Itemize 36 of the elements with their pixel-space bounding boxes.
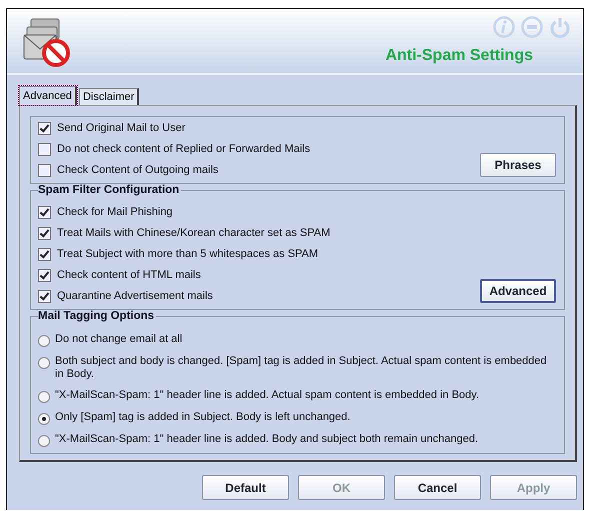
checkbox[interactable] xyxy=(38,226,51,240)
tab[interactable]: Disclaimer xyxy=(78,88,140,105)
option-label: Check Content of Outgoing mails xyxy=(57,164,218,176)
dialog-button[interactable]: Default xyxy=(202,475,289,500)
tab[interactable]: Advanced xyxy=(19,86,77,105)
option-label: Check for Mail Phishing xyxy=(57,206,173,218)
option-label: Send Original Mail to User xyxy=(57,122,186,134)
option-label: Treat Subject with more than 5 whitespaces as SPAM xyxy=(57,248,318,260)
window-title: Anti-Spam Settings xyxy=(385,47,533,65)
blocked-mail-icon xyxy=(23,17,73,67)
option-label: Check content of HTML mails xyxy=(57,269,201,281)
radio-button[interactable] xyxy=(38,357,50,369)
phrases-button[interactable]: Phrases xyxy=(480,153,556,177)
radio-button[interactable] xyxy=(38,391,50,403)
radio-button[interactable] xyxy=(38,335,50,347)
checkbox[interactable] xyxy=(38,248,51,260)
radio-button[interactable] xyxy=(38,435,50,447)
radio-button[interactable] xyxy=(38,413,50,425)
checkbox[interactable] xyxy=(38,122,51,134)
checkbox[interactable] xyxy=(38,164,51,176)
option-label: Only [Spam] tag is added in Subject. Body is left unchanged. xyxy=(55,411,350,424)
option-label: Do not change email at all xyxy=(55,333,182,346)
option-label: Do not check content of Replied or Forwarded Mails xyxy=(57,143,310,155)
group-title: Mail Tagging Options xyxy=(38,310,156,322)
option-label: "X-MailScan-Spam: 1" header line is added. Body and subject both remain unchanged. xyxy=(55,433,478,446)
dialog-button[interactable]: Cancel xyxy=(394,475,481,500)
option-label: Treat Mails with Chinese/Korean character set as SPAM xyxy=(57,227,330,239)
option-label: Quarantine Advertisement mails xyxy=(57,290,213,302)
advanced-button[interactable]: Advanced xyxy=(480,279,556,303)
group-title: Spam Filter Configuration xyxy=(38,184,182,196)
checkbox[interactable] xyxy=(38,268,51,282)
option-label: Both subject and body is changed. [Spam] tag is added in Subject. Actual spam content is embedded in Body. xyxy=(55,355,548,381)
checkbox[interactable] xyxy=(38,290,51,302)
checkbox[interactable] xyxy=(38,206,51,218)
option-label: "X-MailScan-Spam: 1" header line is added. Actual spam content is embedded in Body. xyxy=(55,389,480,402)
checkbox[interactable] xyxy=(38,142,51,156)
